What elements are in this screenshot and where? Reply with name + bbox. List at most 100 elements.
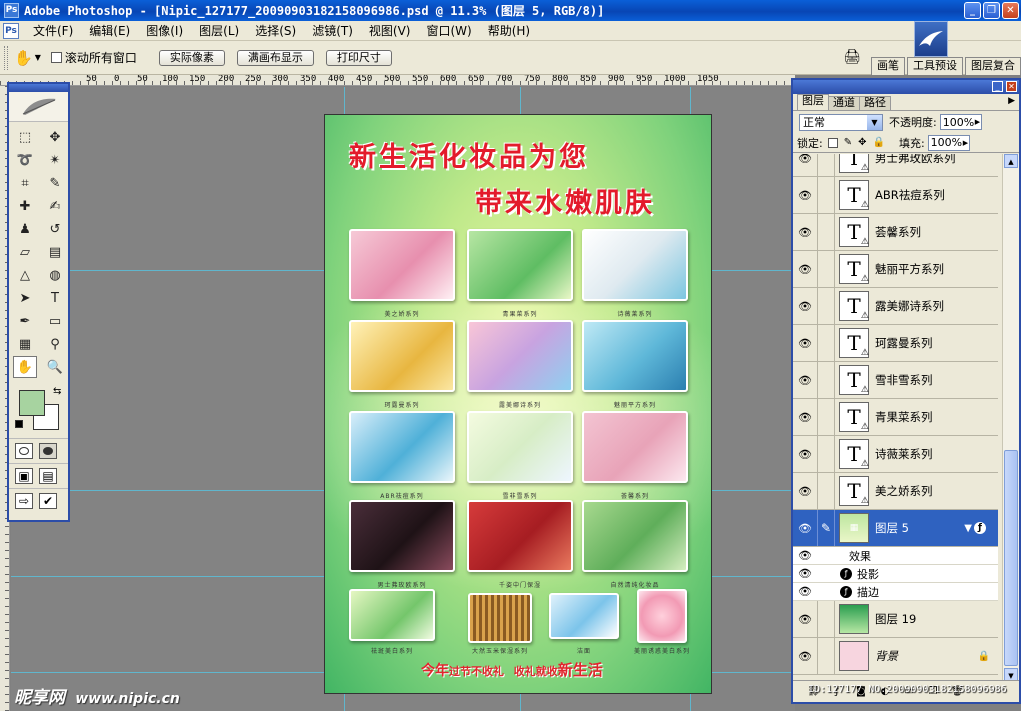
quick-mask-button[interactable] bbox=[39, 443, 57, 459]
eye-icon[interactable]: 👁 bbox=[793, 650, 817, 663]
layer-row[interactable]: 👁 T ⚠ 露美娜诗系列 bbox=[793, 288, 998, 325]
menu-view[interactable]: 视图(V) bbox=[361, 22, 419, 39]
menu-image[interactable]: 图像(I) bbox=[138, 22, 191, 39]
fill-field[interactable]: 100% ▶ bbox=[927, 134, 970, 151]
type-tool-icon[interactable]: T bbox=[43, 287, 67, 309]
magic-wand-icon[interactable]: ✴ bbox=[43, 149, 67, 171]
scroll-up-icon[interactable]: ▲ bbox=[1004, 154, 1018, 168]
feather-logo-icon[interactable] bbox=[9, 92, 68, 122]
fit-on-screen-button[interactable]: 满画布显示 bbox=[236, 49, 314, 66]
document-canvas[interactable]: 新生活化妆品为您 带来水嫩肌肤 美之娇系列 青果菜系列 诗薇莱系列 珂露曼系列 … bbox=[324, 114, 712, 694]
hand-tool-preset-icon[interactable]: ✋ bbox=[14, 49, 33, 67]
eye-icon[interactable]: 👁 bbox=[793, 300, 817, 313]
menu-edit[interactable]: 编辑(E) bbox=[81, 22, 138, 39]
tab-layers[interactable]: 图层 bbox=[797, 94, 829, 110]
eyedropper-icon[interactable]: ⚲ bbox=[43, 333, 67, 355]
hand-tool-icon[interactable]: ✋ bbox=[13, 356, 37, 378]
screen-mode-standard-icon[interactable]: ▣ bbox=[15, 468, 33, 484]
options-bar-grip[interactable] bbox=[4, 45, 8, 70]
layer-row[interactable]: 👁 T ⚠ 男士弗玫欧系列 bbox=[793, 154, 998, 177]
marquee-tool-icon[interactable]: ⬚ bbox=[13, 126, 37, 148]
checkbox-box[interactable] bbox=[50, 52, 62, 63]
toolbox-titlebar[interactable] bbox=[9, 84, 68, 92]
layer-row[interactable]: 👁 T ⚠ 青果菜系列 bbox=[793, 399, 998, 436]
maximize-button[interactable]: ❐ bbox=[983, 2, 1000, 19]
panel-menu-icon[interactable]: ▶ bbox=[1008, 96, 1015, 106]
move-tool-icon[interactable]: ✥ bbox=[43, 126, 67, 148]
close-button[interactable]: ✕ bbox=[1002, 2, 1019, 19]
clone-stamp-icon[interactable]: ♟ bbox=[13, 218, 37, 240]
effect-row-drop-shadow[interactable]: 👁 ƒ 投影 bbox=[793, 565, 998, 583]
layer-row[interactable]: 👁 T ⚠ 珂露曼系列 bbox=[793, 325, 998, 362]
scroll-all-windows-checkbox[interactable]: 滚动所有窗口 bbox=[50, 49, 137, 66]
eye-icon[interactable]: 👁 bbox=[793, 374, 817, 387]
swap-colors-icon[interactable]: ⇆ bbox=[53, 386, 61, 397]
lock-transparency-checkbox[interactable] bbox=[827, 137, 838, 148]
eye-icon[interactable]: 👁 bbox=[793, 337, 817, 350]
brush-tool-icon[interactable]: ✍ bbox=[43, 195, 67, 217]
lasso-tool-icon[interactable]: ➰ bbox=[13, 149, 37, 171]
blur-tool-icon[interactable]: △ bbox=[13, 264, 37, 286]
eye-icon[interactable]: 👁 bbox=[793, 411, 817, 424]
eye-icon[interactable]: 👁 bbox=[793, 613, 817, 626]
pen-tool-icon[interactable]: ✒ bbox=[13, 310, 37, 332]
effects-expand-icon[interactable]: ▼ bbox=[964, 523, 972, 534]
history-brush-icon[interactable]: ↺ bbox=[43, 218, 67, 240]
foreground-color-swatch[interactable] bbox=[19, 390, 45, 416]
shape-tool-icon[interactable]: ▭ bbox=[43, 310, 67, 332]
eye-icon[interactable]: 👁 bbox=[793, 485, 817, 498]
eraser-tool-icon[interactable]: ▱ bbox=[13, 241, 37, 263]
layer-row-background[interactable]: 👁 背景 🔒 bbox=[793, 638, 998, 675]
print-size-button[interactable]: 打印尺寸 bbox=[325, 49, 392, 66]
adobe-online-bird-icon[interactable] bbox=[914, 21, 948, 57]
opacity-field[interactable]: 100% ▶ bbox=[939, 114, 982, 130]
layer-row-selected[interactable]: 👁 ✎ ▦ 图层 5 ▼ ƒ bbox=[793, 510, 998, 547]
layer-row[interactable]: 👁 图层 19 bbox=[793, 601, 998, 638]
edit-in-imageready-icon[interactable]: ✔ bbox=[39, 493, 57, 509]
eye-icon[interactable]: 👁 bbox=[793, 549, 817, 562]
slice-tool-icon[interactable]: ✎ bbox=[43, 172, 67, 194]
menu-filter[interactable]: 滤镜(T) bbox=[304, 22, 361, 39]
layer-row[interactable]: 👁 T ⚠ ABR祛痘系列 bbox=[793, 177, 998, 214]
tab-layer-comps[interactable]: 图层复合 bbox=[965, 57, 1021, 75]
eye-icon[interactable]: 👁 bbox=[793, 226, 817, 239]
layer-row[interactable]: 👁 T ⚠ 雪非雪系列 bbox=[793, 362, 998, 399]
tab-paths[interactable]: 路径 bbox=[859, 96, 891, 110]
eye-icon[interactable]: 👁 bbox=[793, 263, 817, 276]
brush-link-icon[interactable]: ✎ bbox=[817, 510, 835, 546]
eye-icon[interactable]: 👁 bbox=[793, 154, 817, 165]
path-selection-icon[interactable]: ➤ bbox=[13, 287, 37, 309]
menu-layer[interactable]: 图层(L) bbox=[191, 22, 247, 39]
chevron-right-icon[interactable]: ▶ bbox=[974, 118, 981, 126]
minimize-button[interactable]: _ bbox=[964, 2, 981, 19]
chevron-right-icon[interactable]: ▶ bbox=[962, 139, 969, 147]
tab-tool-presets[interactable]: 工具预设 bbox=[907, 57, 963, 75]
standard-mode-button[interactable] bbox=[15, 443, 33, 459]
tab-brushes[interactable]: 画笔 bbox=[871, 57, 905, 75]
chevron-down-icon[interactable]: ▼ bbox=[867, 114, 882, 130]
actual-pixels-button[interactable]: 实际像素 bbox=[158, 49, 225, 66]
menu-select[interactable]: 选择(S) bbox=[247, 22, 304, 39]
eye-icon[interactable]: 👁 bbox=[793, 448, 817, 461]
fx-icon[interactable]: ƒ bbox=[974, 522, 986, 534]
eye-icon[interactable]: 👁 bbox=[793, 189, 817, 202]
gradient-tool-icon[interactable]: ▤ bbox=[43, 241, 67, 263]
jump-to-imageready-icon[interactable]: ⇨ bbox=[15, 493, 33, 509]
file-browser-icon[interactable]: 🖨 bbox=[841, 49, 863, 71]
layer-row[interactable]: 👁 T ⚠ 诗薇莱系列 bbox=[793, 436, 998, 473]
dodge-tool-icon[interactable]: ◍ bbox=[43, 264, 67, 286]
notes-tool-icon[interactable]: ▦ bbox=[13, 333, 37, 355]
layers-panel-titlebar[interactable]: _ ✕ bbox=[793, 80, 1019, 94]
chevron-down-icon[interactable]: ▼ bbox=[35, 53, 41, 62]
menu-window[interactable]: 窗口(W) bbox=[418, 22, 479, 39]
eye-icon[interactable]: 👁 bbox=[793, 567, 817, 580]
eye-icon[interactable]: 👁 bbox=[793, 585, 817, 598]
layers-scrollbar[interactable]: ▲ ▼ bbox=[1002, 154, 1019, 682]
crop-tool-icon[interactable]: ⌗ bbox=[13, 172, 37, 194]
effects-header-row[interactable]: 👁 效果 bbox=[793, 547, 998, 565]
effect-row-stroke[interactable]: 👁 ƒ 描边 bbox=[793, 583, 998, 601]
eye-icon[interactable]: 👁 bbox=[793, 522, 817, 535]
menu-file[interactable]: 文件(F) bbox=[25, 22, 81, 39]
menu-help[interactable]: 帮助(H) bbox=[480, 22, 538, 39]
layer-row[interactable]: 👁 T ⚠ 美之娇系列 bbox=[793, 473, 998, 510]
